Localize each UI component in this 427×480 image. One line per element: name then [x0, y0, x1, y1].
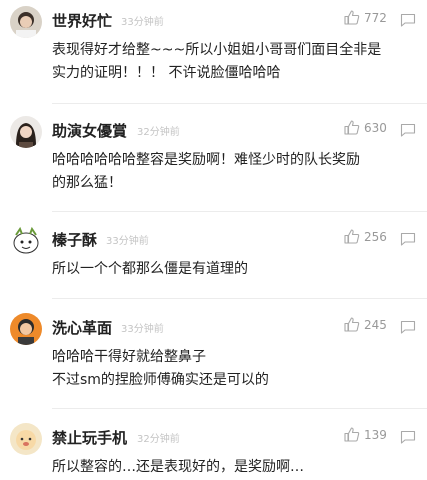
username[interactable]: 禁止玩手机: [52, 427, 127, 448]
divider: [52, 211, 427, 212]
reply-icon[interactable]: [400, 430, 416, 444]
like-button[interactable]: 772: [344, 10, 387, 25]
comment-text-line: 所以一个个都那么僵是有道理的: [52, 261, 248, 277]
reply-icon[interactable]: [400, 232, 416, 246]
thumbs-up-icon: [344, 317, 360, 332]
timestamp: 33分钟前: [106, 236, 149, 247]
thumbs-up-icon: [344, 10, 360, 25]
divider: [52, 298, 427, 299]
timestamp: 32分钟前: [137, 127, 180, 138]
comment-text: 哈哈哈干得好就给整鼻子 不过sm的捏脸师傅确实还是可以的: [52, 346, 422, 392]
comment-text: 哈哈哈哈哈哈整容是奖励啊！难怪少时的队长奖励 的那么猛！: [52, 149, 422, 195]
comment-text-line: 实力的证明！！！ 不许说脸僵哈哈哈: [52, 65, 281, 81]
like-count: 256: [364, 229, 387, 244]
comment-text: 所以一个个都那么僵是有道理的: [52, 258, 422, 281]
username[interactable]: 榛子酥: [52, 229, 97, 250]
reply-icon[interactable]: [400, 320, 416, 334]
comment-text: 所以整容的…还是表现好的，是奖励啊…: [52, 456, 422, 479]
like-button[interactable]: 139: [344, 427, 387, 442]
like-count: 245: [364, 317, 387, 332]
avatar[interactable]: [10, 423, 42, 455]
comment-list: 世界好忙 33分钟前 772 表现得好才给整~~~所以小姐姐小哥哥们面目全非是 …: [0, 0, 427, 480]
comment-text-line: 哈哈哈哈哈哈整容是奖励啊！难怪少时的队长奖励: [52, 152, 360, 168]
avatar[interactable]: [10, 225, 42, 257]
like-button[interactable]: 256: [344, 229, 387, 244]
timestamp: 33分钟前: [121, 17, 164, 28]
divider: [52, 408, 427, 409]
like-count: 630: [364, 120, 387, 135]
like-count: 772: [364, 10, 387, 25]
divider: [52, 103, 427, 104]
avatar[interactable]: [10, 6, 42, 38]
like-button[interactable]: 630: [344, 120, 387, 135]
comment-text-line: 哈哈哈干得好就给整鼻子: [52, 349, 206, 365]
avatar[interactable]: [10, 116, 42, 148]
reply-icon[interactable]: [400, 13, 416, 27]
timestamp: 33分钟前: [121, 324, 164, 335]
comment-text-line: 不过sm的捏脸师傅确实还是可以的: [52, 372, 269, 388]
reply-icon[interactable]: [400, 123, 416, 137]
thumbs-up-icon: [344, 427, 360, 442]
username[interactable]: 世界好忙: [52, 10, 112, 31]
avatar[interactable]: [10, 313, 42, 345]
comment-text: 表现得好才给整~~~所以小姐姐小哥哥们面目全非是 实力的证明！！！ 不许说脸僵哈…: [52, 39, 422, 85]
username[interactable]: 助演女優賞: [52, 120, 127, 141]
thumbs-up-icon: [344, 229, 360, 244]
thumbs-up-icon: [344, 120, 360, 135]
timestamp: 32分钟前: [137, 434, 180, 445]
comment-text-line: 的那么猛！: [52, 175, 122, 191]
comment-text-line: 所以整容的…还是表现好的，是奖励啊…: [52, 459, 304, 475]
username[interactable]: 洗心革面: [52, 317, 112, 338]
like-button[interactable]: 245: [344, 317, 387, 332]
comment-text-line: 表现得好才给整~~~所以小姐姐小哥哥们面目全非是: [52, 42, 382, 58]
like-count: 139: [364, 427, 387, 442]
